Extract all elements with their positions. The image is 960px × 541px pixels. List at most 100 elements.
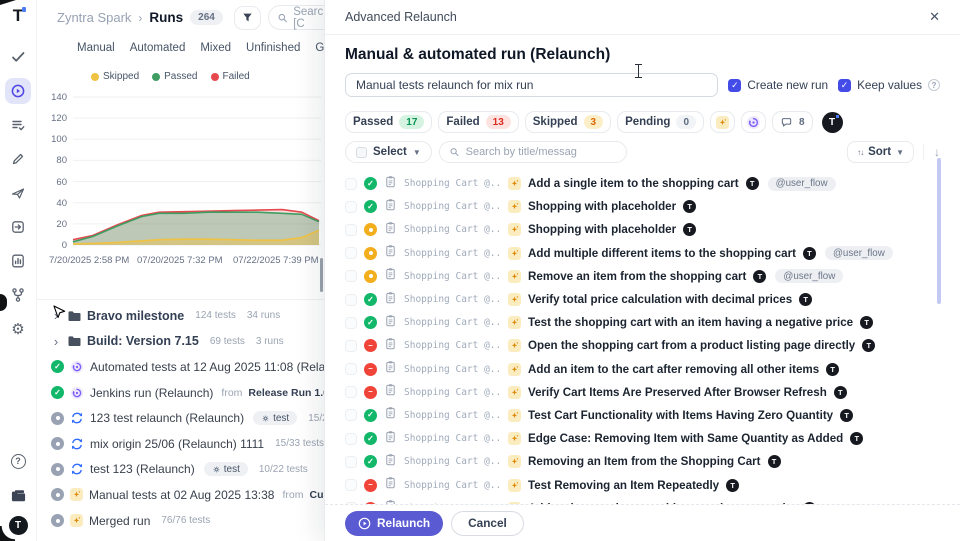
test-row[interactable]: ✓Shopping Cart @...Edge Case: Removing I… <box>325 427 960 450</box>
assignee-filter-avatar[interactable]: T <box>822 112 843 133</box>
test-title[interactable]: Shopping with placeholder <box>528 200 676 213</box>
sort-button[interactable]: ↑↓ Sort ▼ <box>847 141 914 163</box>
run-title[interactable]: Bravo milestone <box>87 309 184 323</box>
row-checkbox[interactable] <box>345 386 357 398</box>
filter-funnel-button[interactable] <box>234 6 261 30</box>
test-row[interactable]: –Shopping Cart @...Open the shopping car… <box>325 334 960 357</box>
close-icon[interactable]: ✕ <box>929 9 940 25</box>
filter-chip-passed[interactable]: Passed17 <box>345 111 432 133</box>
run-row[interactable]: Merged run76/76 tests <box>37 508 325 534</box>
run-title[interactable]: Jenkins run (Relaunch) <box>90 386 213 400</box>
test-title[interactable]: Test Removing an Item Repeatedly <box>528 479 719 492</box>
row-checkbox[interactable] <box>345 433 357 445</box>
test-row[interactable]: –Shopping Cart @...Test Removing an Item… <box>325 473 960 496</box>
breadcrumb-project[interactable]: Zyntra Spark <box>57 10 131 25</box>
run-title[interactable]: test 123 (Relaunch) <box>90 462 195 476</box>
run-row[interactable]: test 123 (Relaunch)test10/22 tests <box>37 457 325 483</box>
run-row[interactable]: ✓Automated tests at 12 Aug 2025 11:08 (R… <box>37 354 325 380</box>
run-title[interactable]: 123 test relaunch (Relaunch) <box>90 411 244 425</box>
run-title[interactable]: mix origin 25/06 (Relaunch) 1111 <box>90 437 264 451</box>
runs-icon[interactable] <box>5 78 31 104</box>
test-title[interactable]: Shopping with placeholder <box>528 223 676 236</box>
row-checkbox[interactable] <box>345 201 357 213</box>
export-icon[interactable] <box>5 214 31 240</box>
row-checkbox[interactable] <box>345 409 357 421</box>
test-row[interactable]: ✓Shopping Cart @...Shopping with placeho… <box>325 195 960 218</box>
expand-chevron-icon[interactable]: › <box>51 335 61 348</box>
flaky-plane-icon[interactable] <box>5 180 31 206</box>
filter-chip-skipped[interactable]: Skipped3 <box>525 111 611 133</box>
run-title[interactable]: Merged run <box>89 514 150 528</box>
tab-unfinished[interactable]: Unfinished <box>246 42 300 54</box>
test-row[interactable]: ✓Shopping Cart @...Verify total price ca… <box>325 288 960 311</box>
row-checkbox[interactable] <box>345 456 357 468</box>
comments-filter-chip[interactable]: 8 <box>772 111 813 133</box>
tab-manual[interactable]: Manual <box>77 42 115 54</box>
run-title-input[interactable] <box>345 73 718 97</box>
test-title[interactable]: Removing an Item from the Shopping Cart <box>528 455 761 468</box>
filter-chip-failed[interactable]: Failed13 <box>438 111 518 133</box>
create-new-run-option[interactable]: ✓ Create new run <box>728 78 828 92</box>
row-checkbox[interactable] <box>345 224 357 236</box>
row-checkbox[interactable] <box>345 178 357 190</box>
help-icon[interactable]: ? <box>5 448 31 474</box>
create-new-run-checkbox[interactable]: ✓ <box>728 79 741 92</box>
relaunch-button[interactable]: Relaunch <box>345 511 443 536</box>
run-row[interactable]: 123 test relaunch (Relaunch)test15/23 te… <box>37 405 325 431</box>
row-checkbox[interactable] <box>345 479 357 491</box>
check-icon[interactable] <box>5 44 31 70</box>
test-row[interactable]: ✓Shopping Cart @...Add a single item to … <box>325 172 960 195</box>
test-row[interactable]: ✓Shopping Cart @...Test Cart Functionali… <box>325 404 960 427</box>
test-suites-icon[interactable] <box>5 112 31 138</box>
run-group-row[interactable]: ›Bravo milestone124 tests34 runs <box>37 303 325 329</box>
row-checkbox[interactable] <box>345 317 357 329</box>
keep-values-checkbox[interactable]: ✓ <box>838 79 851 92</box>
tests-search[interactable] <box>439 141 627 163</box>
test-row[interactable]: –Shopping Cart @...Add an item to the ca… <box>325 358 960 381</box>
tab-mixed[interactable]: Mixed <box>200 42 231 54</box>
test-row[interactable]: ✓Shopping Cart @...Removing an Item from… <box>325 450 960 473</box>
run-title[interactable]: Manual tests at 02 Aug 2025 13:38 <box>89 488 274 502</box>
reports-icon[interactable] <box>5 248 31 274</box>
filter-chip-pending[interactable]: Pending0 <box>617 111 704 133</box>
branches-icon[interactable] <box>5 282 31 308</box>
test-title[interactable]: Edge Case: Removing Item with Same Quant… <box>528 432 843 445</box>
cancel-button[interactable]: Cancel <box>451 511 524 536</box>
test-title[interactable]: Open the shopping cart from a product li… <box>528 339 855 352</box>
tab-groups[interactable]: Groups <box>315 42 325 54</box>
run-group-row[interactable]: ›Build: Version 7.1569 tests3 runs <box>37 329 325 355</box>
test-title[interactable]: Add a single item to the shopping cart <box>528 177 739 190</box>
tests-search-input[interactable] <box>466 146 617 158</box>
manual-filter-chip[interactable] <box>710 111 735 133</box>
test-row[interactable]: Shopping Cart @...Remove an item from th… <box>325 265 960 288</box>
test-title[interactable]: Test the shopping cart with an item havi… <box>528 316 853 329</box>
row-checkbox[interactable] <box>345 363 357 375</box>
settings-gear-icon[interactable]: ⚙ <box>5 316 31 342</box>
tab-automated[interactable]: Automated <box>130 42 186 54</box>
test-title[interactable]: Verify total price calculation with deci… <box>528 293 792 306</box>
test-title[interactable]: Test Cart Functionality with Items Havin… <box>528 409 833 422</box>
row-checkbox[interactable] <box>345 340 357 352</box>
run-title[interactable]: Automated tests at 12 Aug 2025 11:08 (Re… <box>90 360 325 374</box>
app-logo[interactable]: T <box>13 7 23 24</box>
run-row[interactable]: mix origin 25/06 (Relaunch) 111115/33 te… <box>37 431 325 457</box>
row-checkbox[interactable] <box>345 247 357 259</box>
run-title[interactable]: Build: Version 7.15 <box>87 334 199 348</box>
test-row[interactable]: –Shopping Cart @...Verify Cart Items Are… <box>325 381 960 404</box>
test-title[interactable]: Add an item to the cart after removing a… <box>528 363 819 376</box>
docs-icon[interactable] <box>5 482 31 508</box>
test-title[interactable]: Remove an item from the shopping cart <box>528 270 746 283</box>
run-row[interactable]: Manual tests at 02 Aug 2025 13:38fromCus… <box>37 482 325 508</box>
tests-scrollbar[interactable] <box>937 158 941 304</box>
left-panel-scrollbar[interactable] <box>320 258 323 292</box>
select-button[interactable]: Select ▼ <box>345 141 432 163</box>
automated-filter-chip[interactable] <box>741 111 766 133</box>
row-checkbox[interactable] <box>345 294 357 306</box>
row-checkbox[interactable] <box>345 270 357 282</box>
test-title[interactable]: Verify Cart Items Are Preserved After Br… <box>528 386 827 399</box>
runs-search-input[interactable]: Search [C ✕ <box>268 5 325 30</box>
keep-values-help-icon[interactable]: ? <box>928 79 940 91</box>
keep-values-option[interactable]: ✓ Keep values ? <box>838 78 940 92</box>
run-row[interactable]: ✓Jenkins run (Relaunch)fromRelease Run 1… <box>37 380 325 406</box>
test-title[interactable]: Add multiple different items to the shop… <box>528 247 796 260</box>
